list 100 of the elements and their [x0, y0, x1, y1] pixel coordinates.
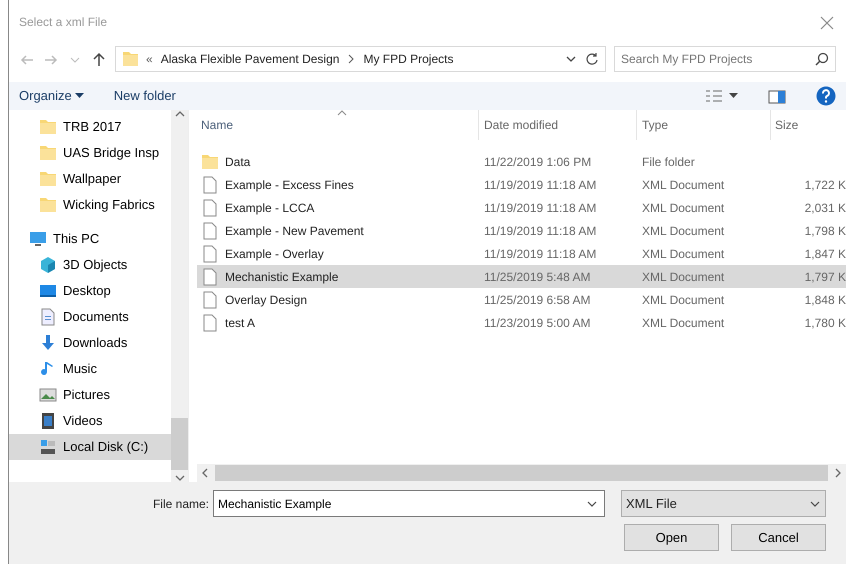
file-type: XML Document — [641, 246, 726, 262]
picture-icon — [39, 386, 57, 404]
window-title: Select a xml File — [19, 14, 108, 31]
close-icon — [820, 16, 834, 30]
date-modified: 11/19/2019 11:18 AM — [483, 222, 598, 240]
file-icon — [201, 290, 219, 308]
scroll-left-icon — [201, 468, 209, 478]
nav-item[interactable]: TRB 2017 — [9, 114, 171, 140]
scroll-right-icon — [834, 468, 842, 478]
nav-item[interactable]: Music — [9, 356, 171, 382]
file-icon — [201, 268, 219, 286]
file-type: XML Document — [641, 200, 726, 216]
breadcrumb[interactable]: Alaska Flexible Pavement Design — [160, 50, 340, 68]
nav-item[interactable]: This PC — [9, 226, 171, 252]
folder-icon — [201, 152, 219, 170]
folder-icon — [39, 118, 57, 136]
folder-icon — [39, 196, 57, 214]
organize-button[interactable]: Organize — [19, 86, 84, 106]
file-size: 1,722 K — [804, 178, 846, 192]
file-size: 1,780 K — [804, 316, 846, 330]
file-row[interactable]: Overlay Design 11/25/2019 6:58 AM XML Document 1,848 K — [197, 288, 846, 311]
monitor-icon — [29, 230, 47, 248]
file-icon — [201, 198, 219, 216]
file-name-field[interactable]: Mechanistic Example — [213, 490, 605, 517]
column-header[interactable]: Name — [197, 110, 479, 140]
view-options-button[interactable] — [705, 89, 738, 103]
caret-icon — [729, 93, 738, 99]
date-modified: 11/25/2019 5:48 AM — [483, 268, 592, 286]
column-header[interactable]: Type — [637, 110, 771, 140]
nav-item[interactable]: Downloads — [9, 330, 171, 356]
help-button[interactable] — [816, 86, 836, 106]
search-icon — [815, 52, 829, 66]
file-size: 1,848 K — [804, 292, 846, 306]
refresh-icon — [585, 52, 599, 66]
breadcrumb[interactable]: My FPD Projects — [363, 50, 454, 68]
file-type: File folder — [641, 154, 696, 170]
file-icon — [201, 314, 219, 332]
file-row[interactable]: Example - LCCA 11/19/2019 11:18 AM XML Document 2,031 K — [197, 196, 846, 219]
caret-icon — [74, 93, 84, 99]
nav-item[interactable]: Local Disk (C:) — [9, 434, 171, 460]
nav-item[interactable]: Videos — [9, 408, 171, 434]
file-size: 1,797 K — [804, 270, 846, 284]
file-row[interactable]: Mechanistic Example 11/25/2019 5:48 AM XML Document 1,797 K — [197, 265, 846, 288]
nav-item[interactable]: Wicking Fabrics — [9, 192, 171, 218]
scroll-up-icon — [174, 110, 184, 118]
folder-icon — [39, 170, 57, 188]
scrollbar-thumb[interactable] — [215, 465, 828, 481]
column-header[interactable]: Size — [771, 110, 846, 140]
up-arrow-icon — [91, 52, 107, 68]
open-button[interactable]: Open — [624, 524, 719, 551]
file-type: XML Document — [641, 268, 726, 286]
new-folder-button[interactable]: New folder — [114, 86, 176, 106]
file-row[interactable]: Data 11/22/2019 1:06 PM File folder — [197, 150, 846, 173]
scrollbar-thumb[interactable] — [171, 418, 188, 470]
file-size: 1,847 K — [804, 246, 846, 260]
file-row[interactable]: Example - Excess Fines 11/19/2019 11:18 AM XML Document 1,722 K — [197, 173, 846, 196]
chevron-icon — [347, 54, 356, 64]
document-icon — [39, 308, 57, 326]
file-name-label: File name: — [152, 496, 209, 512]
nav-item[interactable]: Desktop — [9, 278, 171, 304]
column-header[interactable]: Date modified — [479, 110, 637, 140]
desktop-icon — [39, 282, 57, 300]
nav-item[interactable]: Documents — [9, 304, 171, 330]
file-type: XML Document — [641, 176, 726, 194]
drive-icon — [39, 438, 57, 456]
file-row[interactable]: test A 11/23/2019 5:00 AM XML Document 1,780 K — [197, 311, 846, 334]
up-arrow-button[interactable] — [91, 50, 107, 68]
cube-icon — [39, 256, 57, 274]
date-modified: 11/19/2019 11:18 AM — [483, 246, 598, 262]
file-type: XML Document — [641, 292, 726, 308]
date-modified: 11/23/2019 5:00 AM — [483, 314, 592, 332]
file-name: Overlay Design — [225, 292, 308, 308]
date-modified: 11/19/2019 11:18 AM — [483, 176, 598, 194]
file-icon — [201, 176, 219, 194]
address-bar[interactable]: « Alaska Flexible Pavement Design My FPD Projects — [115, 46, 606, 72]
file-type-dropdown[interactable]: XML File — [621, 490, 826, 517]
nav-item[interactable]: UAS Bridge Insp — [9, 140, 171, 166]
file-icon — [201, 222, 219, 240]
file-icon — [201, 244, 219, 262]
search-field[interactable]: Search My FPD Projects — [614, 46, 836, 72]
overflow-chevron[interactable]: « — [146, 50, 153, 68]
download-icon — [39, 334, 57, 352]
date-modified: 11/19/2019 11:18 AM — [483, 200, 598, 216]
file-type: XML Document — [641, 222, 726, 240]
file-type: XML Document — [641, 314, 726, 332]
nav-item[interactable]: Pictures — [9, 382, 171, 408]
cancel-button[interactable]: Cancel — [731, 524, 826, 551]
file-name: Mechanistic Example — [225, 268, 338, 286]
help-icon — [816, 86, 836, 106]
file-name: Example - New Pavement — [225, 222, 364, 240]
file-size: 1,798 K — [804, 224, 846, 238]
file-row[interactable]: Example - New Pavement 11/19/2019 11:18 AM XML Document 1,798 K — [197, 219, 846, 242]
file-name: Example - LCCA — [225, 200, 314, 216]
list-view-icon — [705, 89, 723, 103]
date-modified: 11/22/2019 1:06 PM — [483, 154, 592, 170]
nav-item[interactable]: 3D Objects — [9, 252, 171, 278]
file-row[interactable]: Example - Overlay 11/19/2019 11:18 AM XML Document 1,847 K — [197, 242, 846, 265]
file-name: test A — [225, 314, 256, 332]
nav-item[interactable]: Wallpaper — [9, 166, 171, 192]
file-size: 2,031 K — [804, 200, 846, 214]
